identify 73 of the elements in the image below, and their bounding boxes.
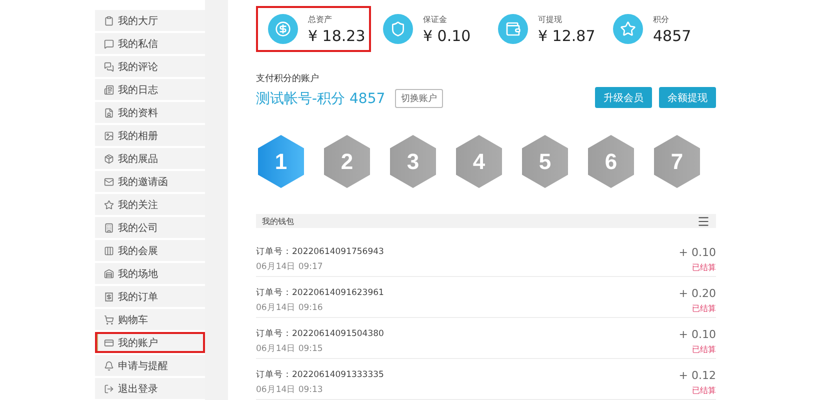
receipt-icon [104,292,114,302]
sidebar-item[interactable]: 我的场地 [95,263,205,284]
sidebar-item[interactable]: 我的日志 [95,79,205,100]
shield-icon [383,14,413,44]
order-amount: + 0.12 [678,369,716,382]
order-number: 订单号：20220614091333335 [256,369,384,381]
order-time: 06月14日 09:15 [256,343,323,355]
stat-value: ¥ 12.87 [538,26,596,44]
stat-label: 保证金 [423,14,448,24]
sidebar-item[interactable]: 购物车 [95,309,205,330]
sidebar-item[interactable]: 我的评论 [95,56,205,77]
wallet-icon [498,14,528,44]
level-badge: 6 [588,135,634,188]
order-number: 订单号：20220614091623961 [256,287,384,299]
sidebar-item[interactable]: 我的订单 [95,286,205,307]
sidebar-item[interactable]: 我的展品 [95,148,205,169]
sidebar-item[interactable]: 我的账户 [95,332,205,353]
wallet-title: 我的钱包 [262,216,294,227]
columns-icon [104,246,114,256]
stat-value: 4857 [653,26,692,44]
order-amount: + 0.10 [678,328,716,341]
switch-account-button[interactable]: 切换账户 [395,89,444,108]
sidebar-item[interactable]: 我的资料 [95,102,205,123]
level-badge: 4 [456,135,502,188]
money-bag-icon [268,14,298,44]
account-caption: 支付积分的账户 [256,72,320,85]
stat-value: ¥ 18.23 [308,26,366,44]
chat-icon [104,62,114,72]
order-status: 已结算 [692,385,716,396]
message-icon [104,38,114,48]
sidebar-item[interactable]: 我的私信 [95,33,205,54]
sidebar-item[interactable]: 申请与提醒 [95,355,205,376]
level-badge: 2 [324,135,370,188]
profile-icon [104,108,114,118]
sidebar-item[interactable]: 我的关注 [95,194,205,215]
stat-label: 积分 [653,14,670,24]
sidebar-item[interactable]: 退出登录 [95,378,205,399]
order-status: 已结算 [692,262,716,273]
card-icon [104,338,114,348]
order-status: 已结算 [692,303,716,314]
stat-value: ¥ 0.10 [423,26,471,44]
sidebar-item[interactable]: 我的相册 [95,125,205,146]
order-time: 06月14日 09:16 [256,302,323,314]
newspaper-icon [104,84,114,94]
level-badge: 3 [390,135,436,188]
account-name: 测试帐号-积分 4857 [256,90,386,108]
level-badge: 5 [522,135,568,188]
level-badge: 7 [654,135,700,188]
stat-label: 可提现 [538,14,563,24]
order-number: 订单号：20220614091504380 [256,328,384,340]
sidebar-item[interactable]: 我的公司 [95,217,205,238]
order-status: 已结算 [692,344,716,355]
mail-icon [104,176,114,186]
level-badge: 1 [258,135,304,188]
cart-icon [104,314,114,324]
package-icon [104,154,114,164]
clipboard-icon [104,16,114,26]
logout-icon [104,384,114,394]
warehouse-icon [104,268,114,278]
sidebar-item[interactable]: 我的大厅 [95,10,205,31]
menu-icon[interactable] [697,214,710,228]
order-time: 06月14日 09:13 [256,384,323,396]
order-number: 订单号：20220614091756943 [256,246,384,258]
order-amount: + 0.20 [678,287,716,300]
order-amount: + 0.10 [678,246,716,259]
sidebar-item[interactable]: 我的邀请函 [95,171,205,192]
bell-icon [104,360,114,370]
building-icon [104,222,114,232]
star-icon [104,200,114,210]
order-time: 06月14日 09:17 [256,261,323,273]
image-icon [104,130,114,140]
sidebar-item[interactable]: 我的会展 [95,240,205,261]
stat-label: 总资产 [308,14,333,24]
